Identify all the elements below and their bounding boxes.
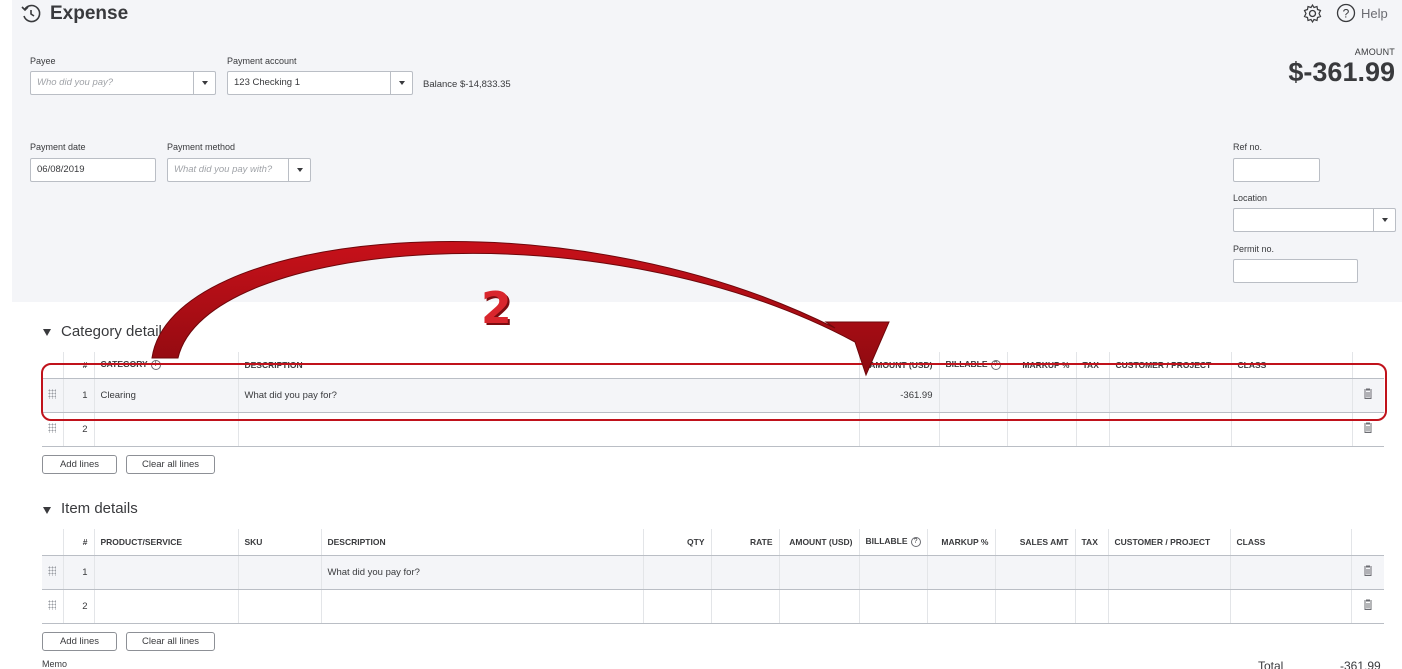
annotation-arrow <box>151 241 890 377</box>
annotation-step-number: 2 <box>481 283 512 334</box>
curved-arrow-shape <box>151 241 890 377</box>
